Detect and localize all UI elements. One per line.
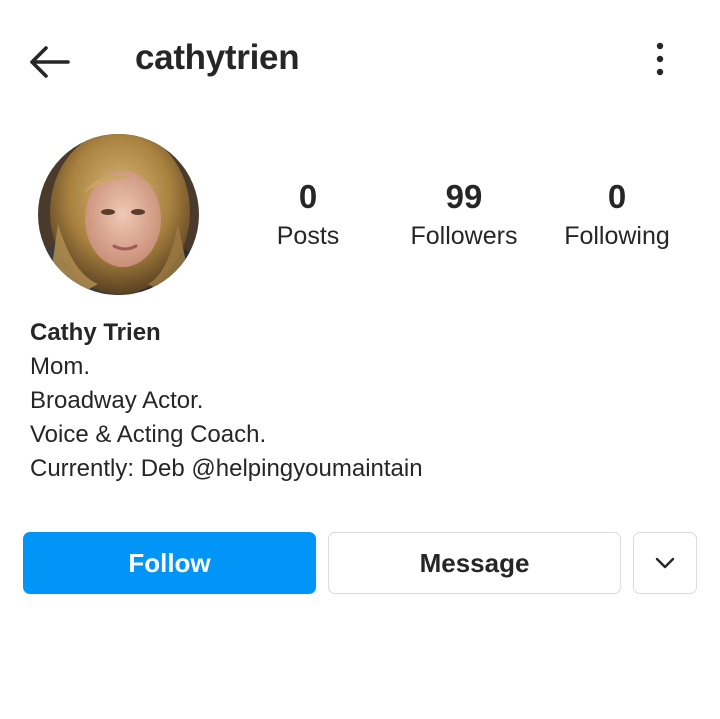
profile-avatar[interactable] xyxy=(38,134,199,295)
bio-line: Mom. xyxy=(30,353,90,380)
bio-line: Voice & Acting Coach. xyxy=(30,421,267,448)
more-options-button[interactable] xyxy=(640,38,680,82)
profile-username: cathytrien xyxy=(135,38,300,77)
display-name: Cathy Trien xyxy=(30,319,161,346)
following-count: 0 xyxy=(607,178,627,215)
back-button[interactable] xyxy=(24,40,80,84)
bio-line-mention[interactable]: Currently: Deb @helpingyoumaintain xyxy=(30,452,690,486)
bio-line: Broadway Actor. xyxy=(30,387,204,414)
following-label: Following xyxy=(564,222,670,250)
following-stat[interactable]: 0 Following xyxy=(552,178,682,252)
followers-stat[interactable]: 99 Followers xyxy=(396,178,532,252)
followers-label: Followers xyxy=(410,222,518,250)
posts-stat: 0 Posts xyxy=(258,178,358,252)
follow-button[interactable]: Follow xyxy=(23,532,316,594)
chevron-down-icon xyxy=(655,557,675,569)
posts-count: 0 xyxy=(298,178,318,215)
profile-bio: Cathy Trien Mom. Broadway Actor. Voice &… xyxy=(30,316,690,486)
followers-count: 99 xyxy=(445,178,483,215)
avatar-image xyxy=(38,134,199,295)
more-vertical-icon xyxy=(656,42,664,76)
arrow-left-icon xyxy=(30,46,70,78)
suggested-accounts-button[interactable] xyxy=(633,532,697,594)
message-button[interactable]: Message xyxy=(328,532,621,594)
profile-header: cathytrien xyxy=(0,0,720,122)
posts-label: Posts xyxy=(276,222,340,250)
